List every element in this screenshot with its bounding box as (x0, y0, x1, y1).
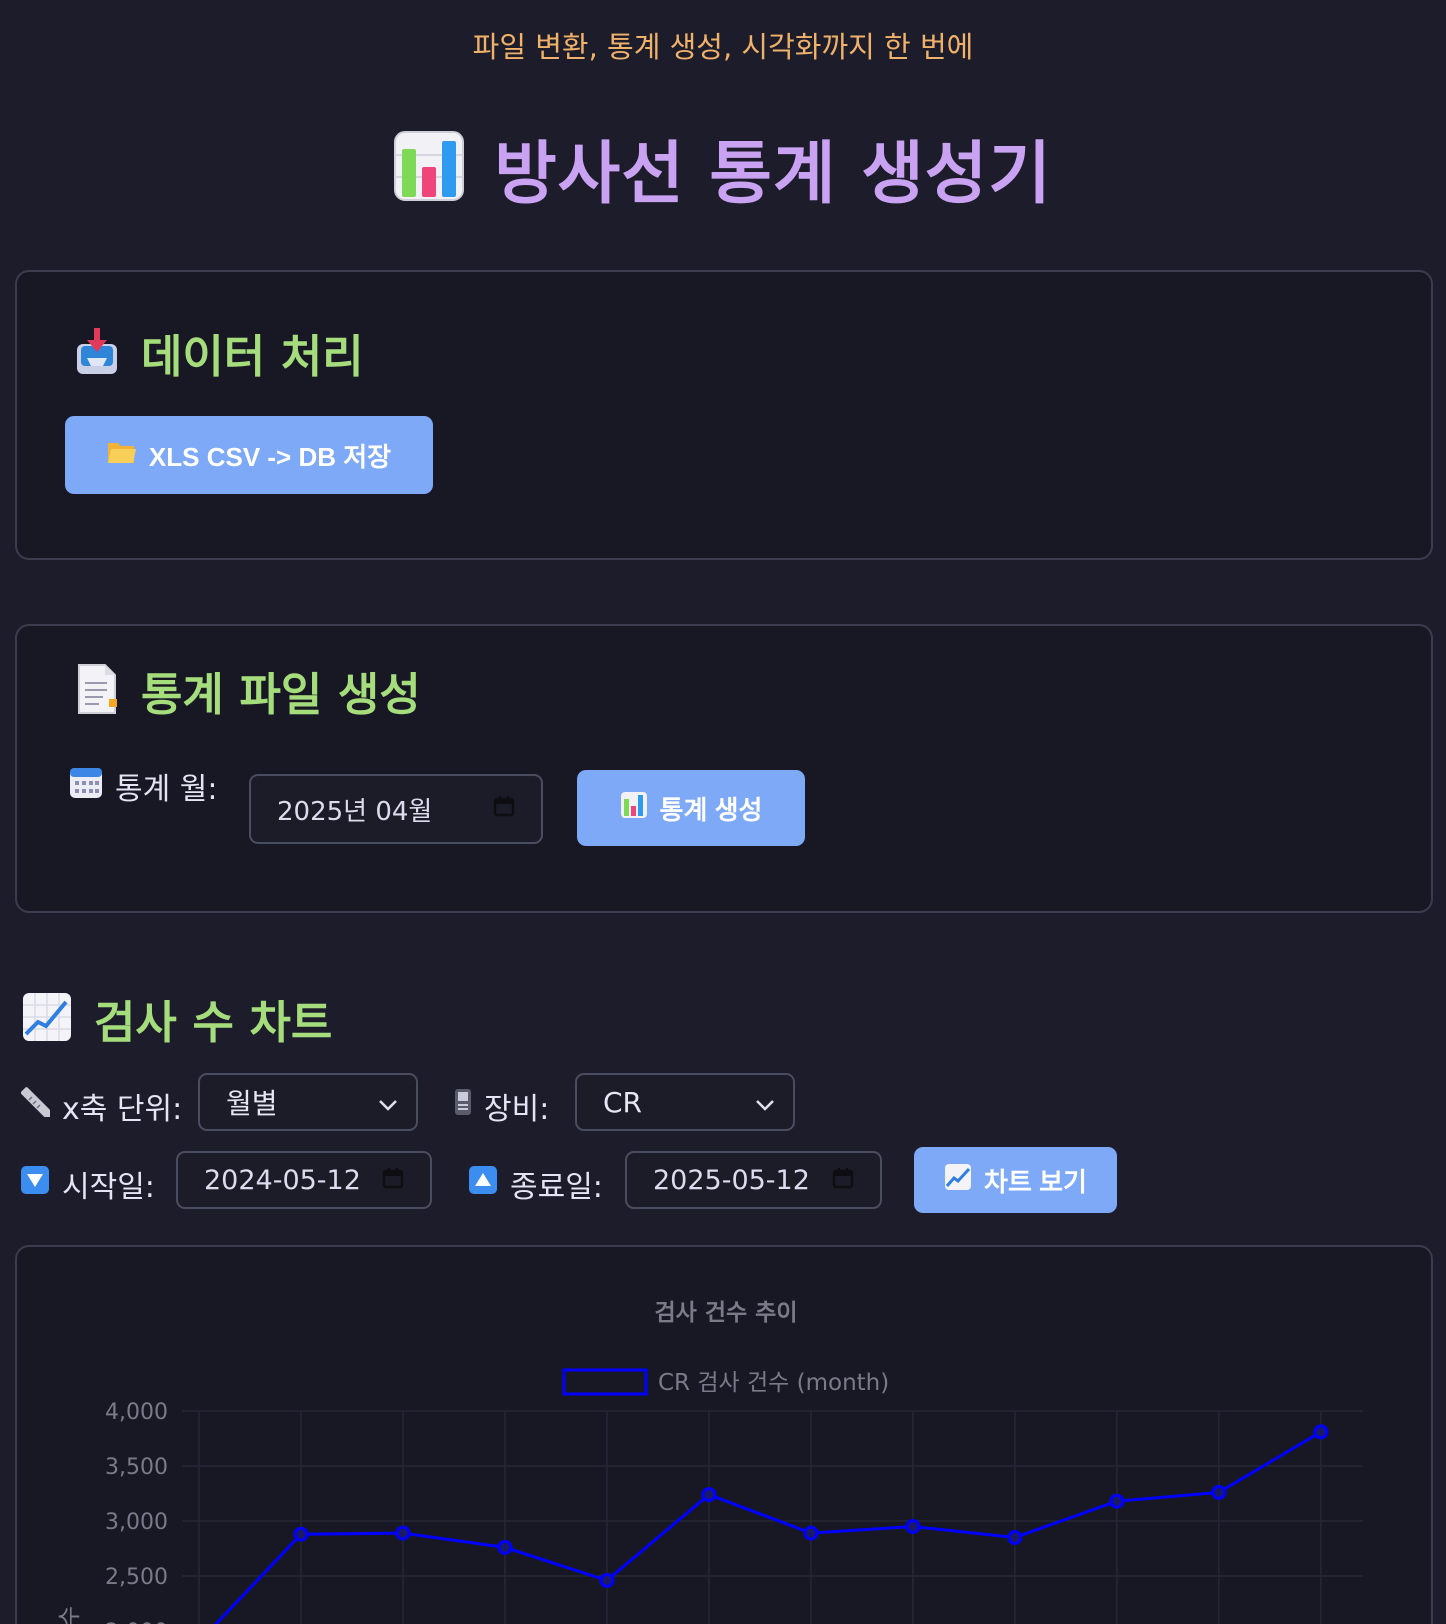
page-title: 방사선 통계 생성기 (494, 135, 1052, 214)
x-unit-label: x축 단위: (20, 1084, 182, 1128)
x-unit-label-text: x축 단위: (62, 1092, 183, 1127)
end-date-value: 2025-05-12 (653, 1164, 810, 1196)
data-processing-card: 데이터 처리 XLS CSV -> DB 저장 (15, 270, 1433, 560)
section-title: 검사 수 차트 (94, 996, 333, 1049)
chart-card: 검사 건수 추이 CR 검사 건수 (month) 4,000 3,500 3,00… (15, 1245, 1433, 1624)
stats-month-label-text: 통계 월: (115, 772, 218, 807)
data-point[interactable] (1313, 1424, 1329, 1440)
section-title: 데이터 처리 (141, 330, 364, 383)
data-point[interactable] (497, 1539, 513, 1555)
main-title: 방사선 통계 생성기 (0, 118, 1446, 217)
y-axis-label: 건수 (57, 1606, 83, 1624)
data-point[interactable] (293, 1526, 309, 1542)
end-date-label-text: 종료일: (510, 1170, 603, 1205)
chart-increasing-icon (944, 1163, 972, 1198)
save-to-db-label: XLS CSV -> DB 저장 (148, 441, 392, 472)
data-point[interactable] (803, 1525, 819, 1541)
y-tick-label: 2,000 (105, 1620, 168, 1624)
data-point[interactable] (599, 1572, 615, 1588)
data-point[interactable] (701, 1487, 717, 1503)
device-select[interactable]: CR (575, 1073, 795, 1131)
chart-increasing-icon (22, 992, 72, 1046)
start-date-label: 시작일: (20, 1162, 155, 1206)
device-value: CR (603, 1085, 643, 1119)
calendar-icon (69, 765, 103, 807)
generate-stats-button[interactable]: 통계 생성 (577, 770, 805, 846)
stats-file-card: 통계 파일 생성 통계 월: 2025년 04월 통계 생성 (15, 624, 1433, 913)
legend-label[interactable]: CR 검사 건수 (month) (658, 1370, 889, 1396)
x-unit-select[interactable]: 월별 (198, 1073, 418, 1131)
stats-month-label: 통계 월: (69, 764, 217, 808)
calendar-picker-icon[interactable] (493, 794, 515, 824)
line-chart: 검사 건수 추이 CR 검사 건수 (month) 4,000 3,500 3,00… (57, 1300, 1363, 1624)
down-triangle-icon (20, 1165, 50, 1203)
ruler-icon (20, 1087, 53, 1125)
up-triangle-icon (468, 1165, 498, 1203)
calendar-picker-icon[interactable] (832, 1165, 854, 1196)
stats-month-value: 2025년 04월 (277, 796, 433, 827)
section-title: 통계 파일 생성 (141, 668, 421, 721)
data-point[interactable] (905, 1519, 921, 1534)
device-label-text: 장비: (484, 1092, 550, 1127)
data-point[interactable] (395, 1525, 411, 1541)
save-to-db-button[interactable]: XLS CSV -> DB 저장 (65, 416, 433, 494)
data-point[interactable] (1007, 1530, 1023, 1545)
view-chart-button[interactable]: 차트 보기 (914, 1147, 1117, 1213)
stats-month-input[interactable]: 2025년 04월 (249, 774, 543, 844)
view-chart-label: 차트 보기 (984, 1166, 1087, 1197)
document-icon (75, 663, 119, 719)
y-tick-label: 3,500 (105, 1455, 168, 1480)
tagline: 파일 변환, 통계 생성, 시각화까지 한 번에 (472, 30, 974, 64)
end-date-input[interactable]: 2025-05-12 (625, 1151, 882, 1209)
legend-swatch (562, 1368, 648, 1396)
inbox-tray-icon (75, 326, 119, 380)
end-date-label: 종료일: (468, 1162, 603, 1206)
y-tick-label: 2,500 (105, 1565, 168, 1590)
start-date-label-text: 시작일: (62, 1170, 155, 1205)
pager-icon (454, 1088, 472, 1124)
start-date-value: 2024-05-12 (204, 1164, 361, 1196)
folder-icon (107, 439, 137, 472)
y-tick-label: 3,000 (105, 1510, 168, 1535)
device-label: 장비: (454, 1084, 549, 1128)
y-tick-label: 4,000 (105, 1400, 168, 1425)
page: 파일 변환, 통계 생성, 시각화까지 한 번에 방사선 통계 생성기 데이터 … (0, 0, 1446, 1624)
chevron-down-icon (755, 1086, 775, 1119)
series-line (213, 1430, 1322, 1624)
chart-title: 검사 건수 추이 (655, 1300, 798, 1326)
chevron-down-icon (378, 1086, 398, 1119)
x-unit-value: 월별 (226, 1087, 278, 1120)
data-processing-heading: 데이터 처리 (75, 320, 364, 385)
bar-chart-icon (394, 130, 465, 205)
start-date-input[interactable]: 2024-05-12 (176, 1151, 432, 1209)
chart-section-heading: 검사 수 차트 (22, 986, 332, 1051)
stats-file-heading: 통계 파일 생성 (75, 658, 421, 723)
bar-chart-icon (620, 791, 648, 826)
generate-stats-label: 통계 생성 (659, 794, 763, 825)
data-point[interactable] (1211, 1484, 1227, 1500)
data-point[interactable] (1109, 1493, 1125, 1509)
calendar-picker-icon[interactable] (382, 1165, 404, 1196)
